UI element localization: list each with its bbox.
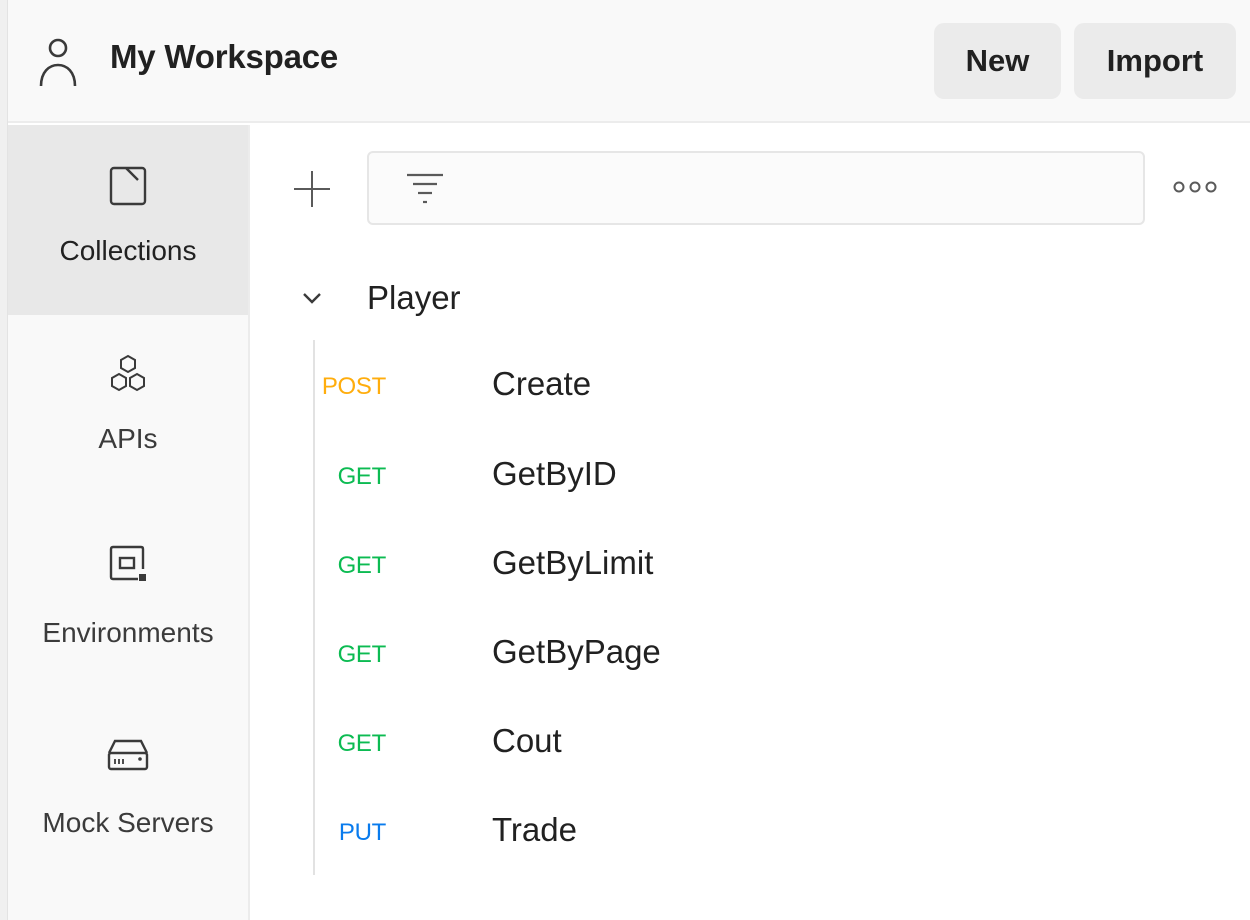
sidebar-item-environments[interactable]: Environments <box>8 505 248 695</box>
request-name: GetByPage <box>492 633 661 670</box>
request-item[interactable]: GET GetByID <box>252 449 1152 505</box>
request-item[interactable]: GET GetByLimit <box>252 538 1152 594</box>
method-badge: PUT <box>338 819 386 846</box>
request-name: Trade <box>492 811 577 848</box>
environments-icon <box>109 545 146 581</box>
method-badge: POST <box>321 373 386 400</box>
method-badge: GET <box>337 463 387 490</box>
method-badge: GET <box>337 641 387 668</box>
user-icon[interactable] <box>38 36 78 88</box>
request-item[interactable]: GET Cout <box>252 716 1152 772</box>
tree-guide-line <box>313 340 315 875</box>
sidebar-item-label: Mock Servers <box>42 807 214 838</box>
workspace-title[interactable]: My Workspace <box>110 38 338 76</box>
mock-servers-icon <box>107 739 149 771</box>
method-badge: GET <box>337 552 387 579</box>
left-gutter <box>0 0 8 920</box>
method-badge: GET <box>337 730 387 757</box>
request-name: GetByID <box>492 455 617 492</box>
apis-icon <box>111 354 145 392</box>
request-item[interactable]: PUT Trade <box>252 805 1152 861</box>
add-collection-button[interactable] <box>292 169 332 209</box>
new-button[interactable]: New <box>934 23 1061 99</box>
sidebar-item-apis[interactable]: APIs <box>8 315 248 505</box>
sidebar-item-mock-servers[interactable]: Mock Servers <box>8 695 248 885</box>
sidebar-item-collections[interactable]: Collections <box>8 125 248 315</box>
import-button[interactable]: Import <box>1074 23 1236 99</box>
filter-icon <box>407 173 443 204</box>
collection-icon <box>109 166 147 206</box>
collection-item-player[interactable]: Player <box>292 273 1192 323</box>
request-name: Cout <box>492 722 562 759</box>
chevron-down-icon[interactable] <box>292 278 332 318</box>
collections-panel: Player POST Create GET GetByID GET GetBy… <box>252 125 1250 920</box>
more-options-icon[interactable] <box>1172 177 1218 197</box>
filter-input[interactable] <box>459 153 1129 223</box>
filter-search-box[interactable] <box>367 151 1145 225</box>
sidebar-item-label: Environments <box>42 617 214 648</box>
workspace-header: My Workspace New Import <box>8 0 1250 123</box>
app-window: My Workspace New Import Collections APIs <box>0 0 1250 920</box>
collection-name: Player <box>367 279 461 316</box>
sidebar-item-label: Collections <box>59 235 197 266</box>
sidebar: Collections APIs Environments Mock Serve… <box>8 125 250 920</box>
request-name: GetByLimit <box>492 544 654 581</box>
request-item[interactable]: GET GetByPage <box>252 627 1152 683</box>
request-name: Create <box>492 365 592 402</box>
sidebar-item-label: APIs <box>98 423 158 454</box>
request-item[interactable]: POST Create <box>252 359 1152 415</box>
